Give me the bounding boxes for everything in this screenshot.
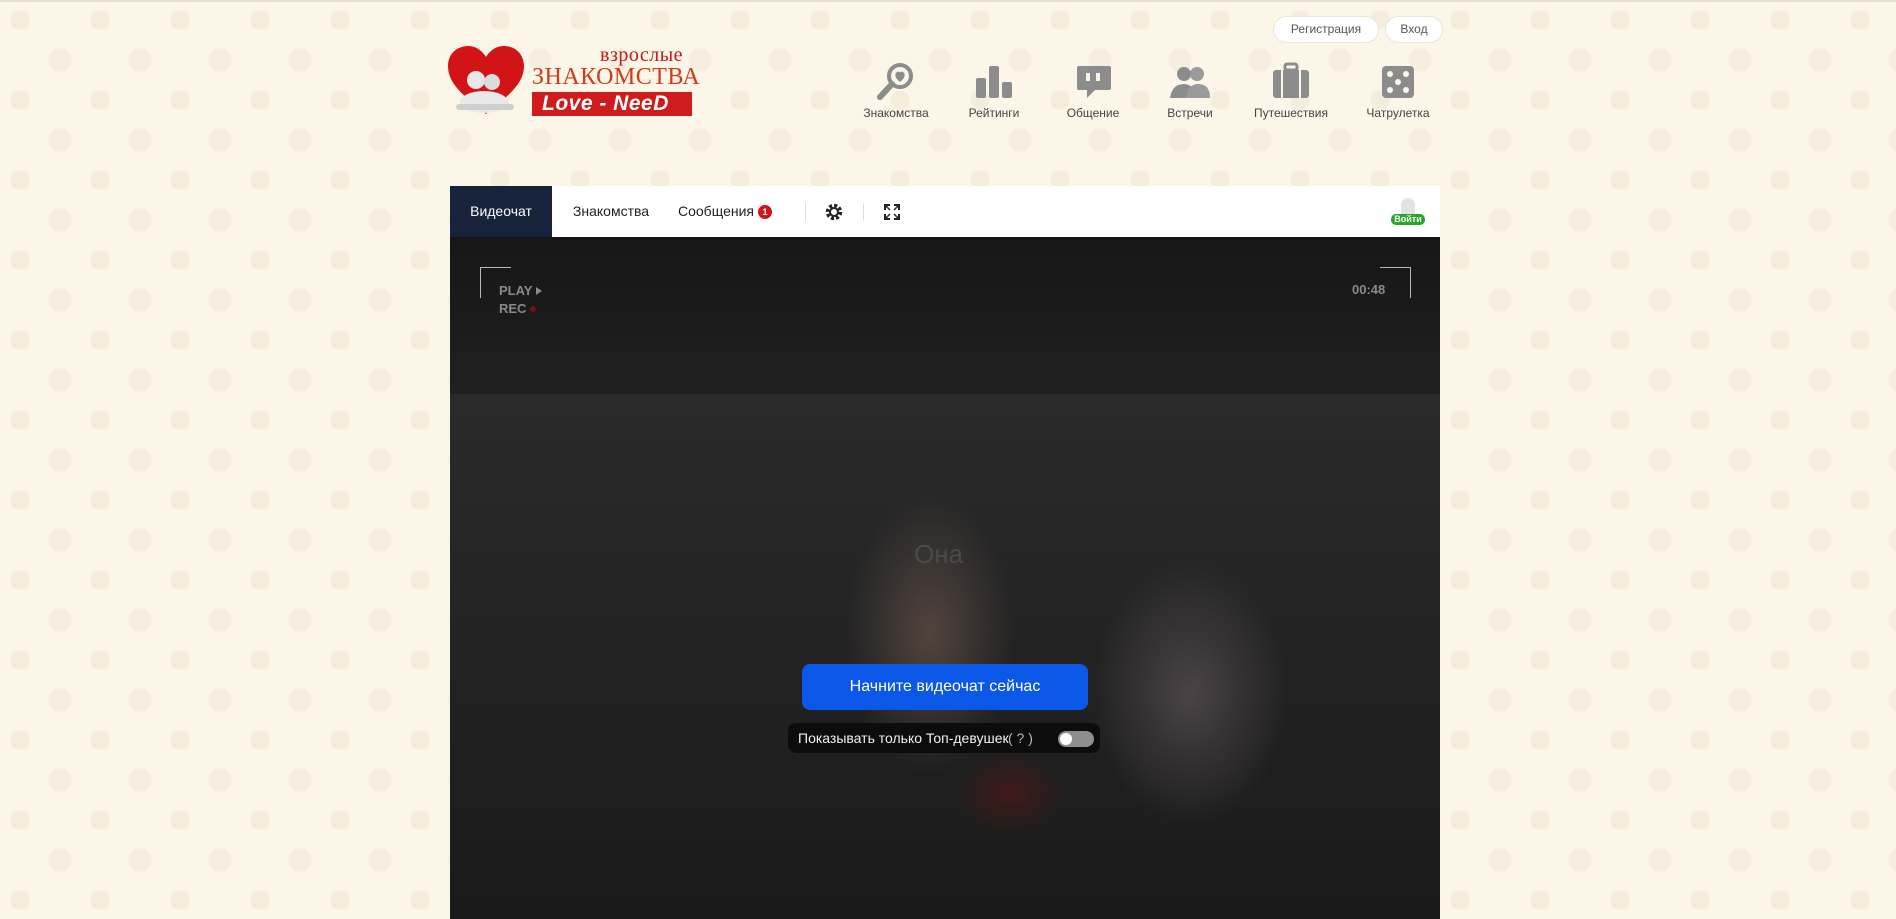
mini-login-button[interactable]: Войти	[1390, 198, 1426, 228]
tab-videochat[interactable]: Видеочат	[450, 186, 552, 237]
nav-label: Чатрулетка	[1366, 106, 1430, 120]
tab-messages-label: Сообщения	[678, 203, 754, 219]
video-area[interactable]: PLAY REC 00:48 Она Начните видеочат сейч…	[450, 237, 1440, 919]
nav-item-meetings[interactable]: Встречи	[1145, 60, 1235, 120]
nav-label: Знакомства	[863, 106, 929, 120]
nav-item-ratings[interactable]: Рейтинги	[949, 60, 1039, 120]
user-silhouette-icon	[1401, 198, 1415, 214]
nav-item-chat[interactable]: Общение	[1048, 60, 1138, 120]
messages-count-badge: 1	[757, 205, 772, 219]
nav-item-chatroulette[interactable]: Чатрулетка	[1353, 60, 1443, 120]
tab-dating[interactable]: Знакомства	[568, 186, 654, 237]
top-girls-filter: Показывать только Топ-девушек ( ? )	[788, 723, 1100, 753]
nav-label: Рейтинги	[968, 106, 1020, 120]
top-border	[0, 0, 1896, 2]
people-icon	[1168, 60, 1212, 104]
play-icon	[536, 287, 543, 295]
heart-couple-icon	[448, 46, 524, 114]
rec-label: REC	[499, 301, 527, 316]
nav-label: Встречи	[1167, 106, 1213, 120]
search-heart-icon	[874, 60, 918, 104]
play-indicator: PLAY	[499, 283, 543, 298]
toggle-knob	[1060, 733, 1072, 745]
login-button[interactable]: Вход	[1386, 17, 1442, 42]
start-videochat-button[interactable]: Начните видеочат сейчас	[802, 664, 1088, 710]
divider	[863, 203, 864, 221]
rec-indicator: REC	[499, 301, 537, 316]
nav-item-travel[interactable]: Путешествия	[1246, 60, 1336, 120]
nav-label: Общение	[1066, 106, 1120, 120]
site-logo[interactable]: взрослые ЗНАКОМСТВА Love - NeeD	[446, 44, 700, 120]
register-button[interactable]: Регистрация	[1274, 17, 1378, 42]
divider	[805, 203, 806, 221]
video-timer: 00:48	[1352, 282, 1386, 297]
top-girls-toggle[interactable]	[1058, 731, 1094, 747]
rec-dot-icon	[530, 306, 537, 312]
bar-chart-icon	[972, 60, 1016, 104]
partner-label: Она	[914, 539, 964, 569]
mini-login-label: Войти	[1391, 214, 1425, 225]
chat-bubble-icon	[1071, 60, 1115, 104]
top-girls-label: Показывать только Топ-девушек	[798, 730, 1009, 746]
fullscreen-icon[interactable]	[880, 200, 904, 224]
videochat-tabs: Видеочат Знакомства Сообщения 1 Войти	[450, 186, 1440, 237]
nav-label: Путешествия	[1253, 106, 1329, 120]
logo-line-3: Love - NeeD	[542, 92, 669, 115]
video-preview-image	[450, 394, 1440, 919]
nav-item-znakomstva[interactable]: Знакомства	[851, 60, 941, 120]
play-label: PLAY	[499, 283, 533, 298]
dice-icon	[1376, 60, 1420, 104]
video-top-band	[450, 237, 1440, 394]
tab-messages[interactable]: Сообщения 1	[670, 186, 780, 237]
logo-line-2: ЗНАКОМСТВА	[532, 64, 701, 90]
help-link[interactable]: ( ? )	[1008, 723, 1033, 753]
gear-icon[interactable]	[822, 200, 846, 224]
suitcase-icon	[1269, 60, 1313, 104]
